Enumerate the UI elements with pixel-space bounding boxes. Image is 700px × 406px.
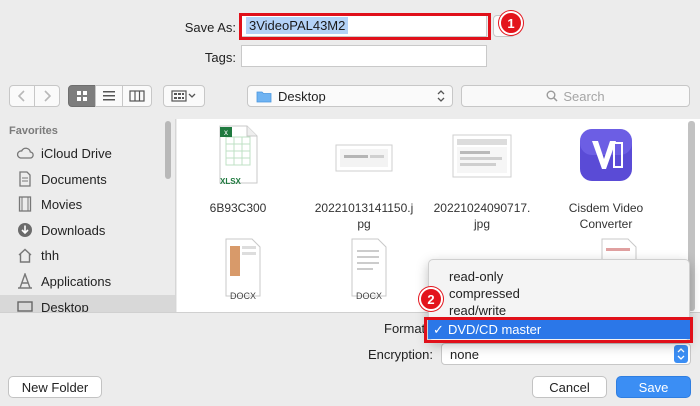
list-icon <box>103 91 115 101</box>
column-view-button[interactable] <box>122 85 152 107</box>
sidebar-item-label: thh <box>41 247 60 263</box>
file-badge: XLSX <box>220 177 241 186</box>
sidebar-item-movies[interactable]: Movies <box>0 192 175 216</box>
sidebar-item-label: Movies <box>41 196 83 212</box>
chevron-left-icon <box>18 90 25 102</box>
forward-button[interactable] <box>34 85 60 107</box>
image-file-icon <box>452 134 512 178</box>
new-folder-button[interactable]: New Folder <box>8 376 102 398</box>
sidebar-heading: Favorites <box>9 125 58 137</box>
file-badge: DOCX <box>230 291 257 301</box>
sidebar-item-desktop[interactable]: Desktop <box>0 295 175 313</box>
home-icon <box>16 246 34 264</box>
file-name: 20221013141150.j pg <box>314 201 414 231</box>
group-view-button[interactable] <box>163 85 205 107</box>
gallery-dropdown-icon <box>171 90 196 102</box>
desktop-icon <box>16 298 34 312</box>
sidebar-item-label: Applications <box>41 273 112 289</box>
updown-chevron-icon <box>674 345 688 363</box>
sidebar-item-icloud-drive[interactable]: iCloud Drive <box>0 141 175 165</box>
image-file-icon <box>335 144 393 172</box>
svg-text:x: x <box>224 128 228 137</box>
sidebar-item-label: Downloads <box>41 222 106 238</box>
sidebar-item-label: Desktop <box>41 299 89 313</box>
encryption-label: Encryption: <box>367 347 433 362</box>
encryption-popup[interactable]: none <box>441 343 691 365</box>
search-field[interactable]: Search <box>461 85 690 107</box>
chevron-right-icon <box>44 90 51 102</box>
list-view-button[interactable] <box>95 85 123 107</box>
cloud-icon <box>16 144 34 162</box>
format-option-compressed[interactable]: compressed <box>429 285 689 302</box>
sidebar-scrollbar[interactable] <box>165 121 171 179</box>
sidebar-item-label: Documents <box>41 171 107 187</box>
file-item[interactable]: DOCX <box>308 238 428 302</box>
download-icon <box>16 221 34 239</box>
file-item[interactable]: Cisdem Video Converter <box>546 125 666 232</box>
applications-icon <box>16 272 34 290</box>
save-as-label: Save As: <box>184 20 236 35</box>
folder-icon <box>256 91 272 102</box>
sidebar-item-downloads[interactable]: Downloads <box>0 218 175 242</box>
file-name: 20221024090717. jpg <box>433 201 531 231</box>
location-popup[interactable]: Desktop <box>247 85 453 107</box>
file-name: Cisdem Video Converter <box>568 201 644 231</box>
file-item[interactable]: 20221024090717. jpg <box>422 125 542 232</box>
cancel-button[interactable]: Cancel <box>532 376 607 398</box>
tags-field[interactable] <box>241 45 487 67</box>
sidebar: Favorites iCloud Drive Documents Movies … <box>0 119 176 312</box>
file-item[interactable]: DOCX <box>182 238 302 302</box>
app-icon <box>580 129 632 181</box>
sidebar-item-applications[interactable]: Applications <box>0 269 175 293</box>
file-name: 6B93C300 <box>209 201 267 215</box>
annotation-box-1 <box>239 13 491 40</box>
format-option-read-only[interactable]: read-only <box>429 268 689 285</box>
file-item[interactable]: 20221013141150.j pg <box>304 125 424 232</box>
back-button[interactable] <box>9 85 35 107</box>
film-icon <box>16 195 34 213</box>
file-item[interactable]: x XLSX 6B93C300 <box>178 125 298 216</box>
save-button[interactable]: Save <box>616 376 691 398</box>
format-label: Format <box>384 321 426 336</box>
search-icon <box>546 90 558 102</box>
file-badge: DOCX <box>356 291 383 301</box>
search-placeholder: Search <box>563 88 605 104</box>
icon-view-button[interactable] <box>68 85 96 107</box>
grid-icon <box>77 91 87 101</box>
encryption-value: none <box>450 346 479 362</box>
columns-icon <box>129 90 145 102</box>
sidebar-item-label: iCloud Drive <box>41 145 112 161</box>
annotation-badge-2: 2 <box>419 287 443 311</box>
annotation-box-2 <box>424 317 693 343</box>
sidebar-item-thh[interactable]: thh <box>0 243 175 267</box>
annotation-badge-1: 1 <box>499 11 523 35</box>
tags-label: Tags: <box>204 50 236 65</box>
location-label: Desktop <box>278 88 326 104</box>
sidebar-item-documents[interactable]: Documents <box>0 167 175 191</box>
updown-chevron-icon <box>437 90 445 102</box>
documents-icon <box>16 170 34 188</box>
